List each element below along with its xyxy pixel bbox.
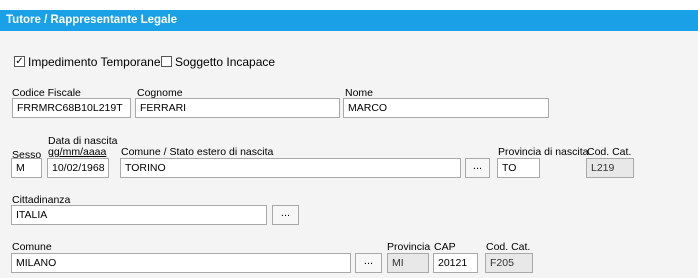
cod-cat-label: Cod. Cat. — [486, 241, 531, 253]
comune-nascita-lookup-button[interactable]: ... — [465, 158, 490, 178]
codice-fiscale-input[interactable]: FRRMRC68B10L219T — [12, 98, 131, 118]
cod-cat-field: F205 — [485, 253, 533, 273]
comune-label: Comune — [12, 241, 52, 253]
nome-input[interactable]: MARCO — [343, 98, 549, 118]
cap-input[interactable]: 20121 — [433, 253, 478, 273]
cittadinanza-lookup-button[interactable]: ... — [272, 205, 299, 225]
section-header: Tutore / Rappresentante Legale — [0, 10, 698, 31]
provincia-label: Provincia — [387, 241, 431, 253]
sesso-input[interactable]: M — [11, 158, 42, 178]
data-nascita-input[interactable]: 10/02/1968 — [47, 158, 109, 178]
cognome-input[interactable]: FERRARI — [135, 98, 340, 118]
comune-lookup-button[interactable]: ... — [355, 253, 382, 273]
provincia-field: MI — [387, 253, 429, 273]
cap-label: CAP — [434, 241, 456, 253]
cittadinanza-input[interactable]: ITALIA — [11, 205, 267, 225]
top-strip — [0, 0, 698, 10]
soggetto-incapace-label: Soggetto Incapace — [175, 55, 276, 69]
impedimento-temporaneo-checkbox[interactable]: ✓ — [14, 56, 25, 67]
comune-input[interactable]: MILANO — [11, 253, 351, 273]
cod-cat-nascita-field: L219 — [586, 158, 634, 178]
soggetto-incapace-checkbox[interactable] — [161, 56, 172, 67]
provincia-nascita-input[interactable]: TO — [497, 158, 540, 178]
impedimento-temporaneo-label: Impedimento Temporaneo — [28, 55, 168, 69]
cod-cat-nascita-label: Cod. Cat. — [587, 146, 632, 158]
provincia-nascita-label: Provincia di nascita — [498, 146, 589, 158]
comune-nascita-input[interactable]: TORINO — [120, 158, 461, 178]
comune-nascita-label: Comune / Stato estero di nascita — [121, 146, 274, 158]
data-nascita-format-label: gg/mm/aaaa — [48, 146, 107, 158]
